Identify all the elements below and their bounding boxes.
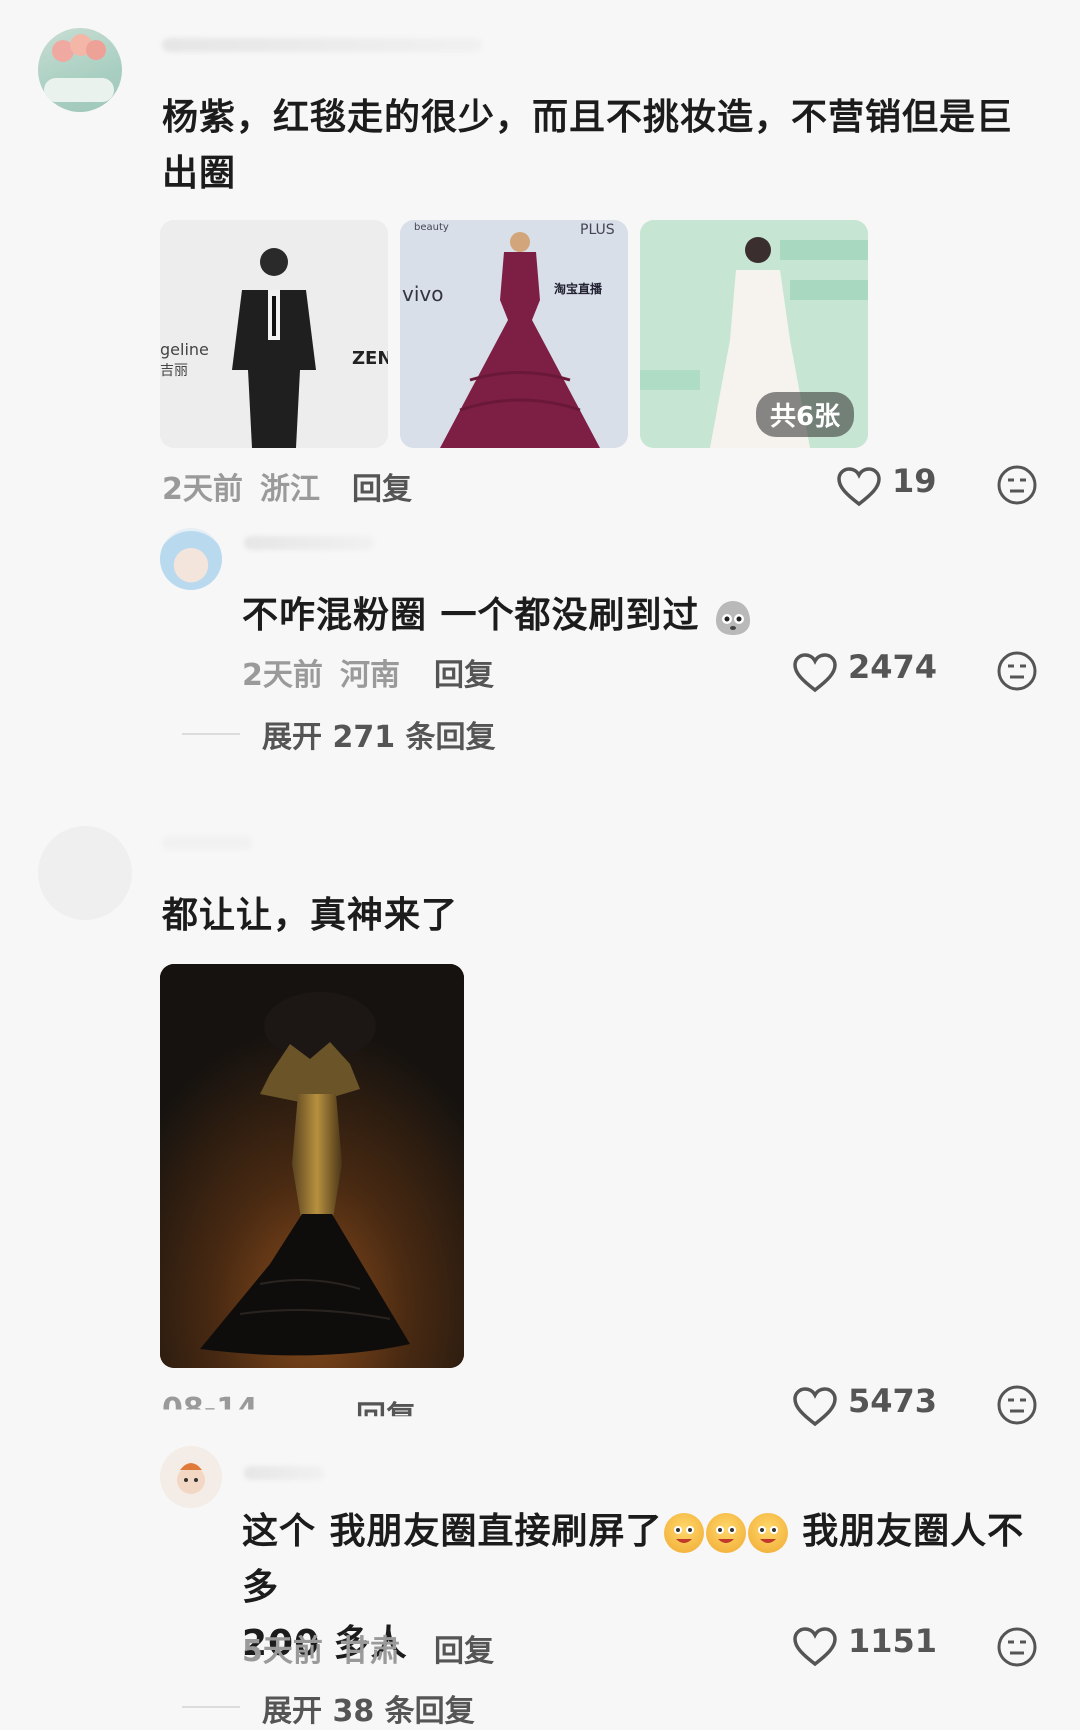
heart-outline-icon (837, 467, 881, 507)
like-button-2[interactable]: 5473 (792, 1382, 952, 1428)
cartoon-avatar-icon (177, 1463, 205, 1494)
more-reaction-button[interactable] (996, 464, 1038, 506)
reply-text-2-part1: 这个 我朋友圈直接刷屏了 (242, 1511, 663, 1552)
heart-outline-icon (793, 1387, 837, 1427)
neutral-face-icon (997, 1627, 1037, 1667)
photo-2-text-plus: PLUS (580, 222, 615, 238)
user-avatar-2[interactable] (38, 826, 132, 920)
reply-reply-button[interactable]: 回复 (434, 650, 494, 694)
smile-emoji-icon (663, 1513, 704, 1553)
reply-time-2: 5天前 (242, 1634, 323, 1669)
smile-emoji-icon (705, 1513, 746, 1553)
reply-button[interactable]: 回复 (352, 464, 412, 508)
reply-avatar-2[interactable] (160, 1446, 222, 1508)
comment-location: 浙江 (260, 472, 320, 507)
photo-count-badge: 共6张 (756, 392, 855, 437)
username-blurred[interactable] (162, 38, 482, 52)
reply-avatar[interactable] (160, 528, 222, 590)
photo-1-sponsor-text-left-cn: 吉丽 (160, 363, 188, 379)
comment-text-2: 都让让，真神来了 (162, 895, 459, 936)
reply-time: 2天前 (242, 658, 323, 693)
reply-button-2[interactable]: 回复 (356, 1392, 416, 1416)
expand-replies-button-2[interactable]: 展开 38 条回复 (262, 1686, 475, 1730)
comment-photo-1[interactable]: geline 吉丽 ZEN (160, 220, 388, 448)
nervous-face-emoji-icon (713, 597, 753, 637)
like-button[interactable]: 19 (836, 462, 946, 508)
reply-text: 不咋混粉圈 一个都没刷到过 (242, 588, 753, 644)
expand-divider-2 (182, 1706, 240, 1708)
reply-like-button[interactable]: 2474 (792, 648, 952, 694)
expand-replies-button[interactable]: 展开 271 条回复 (262, 712, 496, 756)
photo-1-sponsor-text-right: ZEN (352, 348, 388, 369)
neutral-face-icon (997, 651, 1037, 691)
photo-2-text-beauty: beauty (414, 222, 449, 233)
reply-location-2: 甘肃 (340, 1634, 400, 1669)
like-count: 19 (892, 462, 937, 500)
comment-text: 杨紫，红毯走的很少，而且不挑妆造，不营销但是巨出圈 (162, 97, 1014, 194)
reply-text-content: 不咋混粉圈 一个都没刷到过 (242, 595, 700, 636)
username-blurred-2[interactable] (162, 836, 252, 850)
comment-photo-2[interactable]: beauty PLUS vivo 淘宝直播 (400, 220, 628, 448)
gown-figure (160, 964, 464, 1368)
neutral-face-icon (997, 465, 1037, 505)
more-reaction-button-2[interactable] (996, 1384, 1038, 1426)
like-count-2: 5473 (848, 1382, 938, 1420)
reply-like-button-2[interactable]: 1151 (792, 1622, 952, 1668)
neutral-face-icon (997, 1385, 1037, 1425)
reply-like-count-2: 1151 (848, 1622, 938, 1660)
photo-1-sponsor-text-left: geline (160, 340, 209, 359)
reply-more-reaction-button[interactable] (996, 650, 1038, 692)
photo-2-text-taobao: 淘宝直播 (554, 282, 603, 296)
comment-time: 2天前 (162, 472, 243, 507)
comment-photo-gown[interactable] (160, 964, 464, 1368)
reply-username-blurred-2[interactable] (244, 1466, 324, 1480)
comment-date-partial: 08-14 (162, 1392, 258, 1427)
smile-emoji-icon (747, 1513, 788, 1553)
photo-1-figure (160, 220, 388, 448)
photo-2-figure (400, 220, 628, 448)
photo-2-text-vivo: vivo (402, 282, 444, 306)
reply-reply-button-2[interactable]: 回复 (434, 1626, 494, 1670)
reply-location: 河南 (340, 658, 400, 693)
user-avatar[interactable] (38, 28, 122, 112)
expand-divider (182, 733, 240, 735)
heart-outline-icon (793, 653, 837, 693)
reply-like-count: 2474 (848, 648, 938, 686)
reply-more-reaction-button-2[interactable] (996, 1626, 1038, 1668)
heart-outline-icon (793, 1627, 837, 1667)
reply-username-blurred[interactable] (244, 536, 374, 550)
comment-photo-3[interactable]: 共6张 (640, 220, 868, 448)
